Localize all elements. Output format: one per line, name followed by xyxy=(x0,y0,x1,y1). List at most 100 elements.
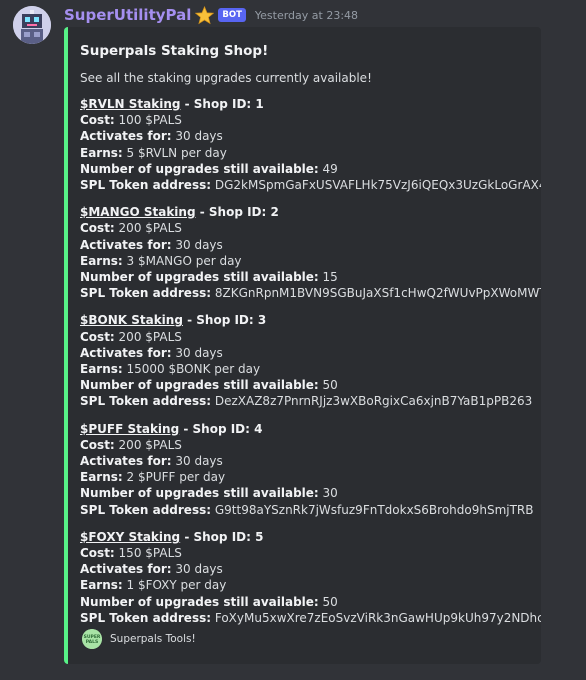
activates-value: 30 days xyxy=(171,454,223,469)
upgrades-value: 50 xyxy=(318,594,338,609)
shop-item-heading: $RVLN Staking - Shop ID: 1 xyxy=(80,96,529,112)
shop-item-heading: $MANGO Staking - Shop ID: 2 xyxy=(80,204,529,220)
upgrades-available-row: Number of upgrades still available: 50 xyxy=(80,377,529,393)
cost-value: 100 $PALS xyxy=(114,113,182,128)
shop-item-heading: $BONK Staking - Shop ID: 3 xyxy=(80,312,529,328)
cost-row: Cost: 200 $PALS xyxy=(80,220,529,236)
activates-label: Activates for: xyxy=(80,129,172,144)
activates-label: Activates for: xyxy=(80,237,172,252)
activates-value: 30 days xyxy=(171,345,223,360)
shop-item: $FOXY Staking - Shop ID: 5 Cost: 150 $PAL… xyxy=(80,529,541,626)
shop-item-id: - Shop ID: 5 xyxy=(180,529,264,544)
earns-row: Earns: 2 $PUFF per day xyxy=(80,469,529,485)
upgrades-label: Number of upgrades still available: xyxy=(80,594,319,609)
upgrades-available-row: Number of upgrades still available: 15 xyxy=(80,269,529,285)
superpals-logo-icon: SUPER PALS xyxy=(82,629,102,649)
address-label: SPL Token address: xyxy=(80,178,212,193)
address-label: SPL Token address: xyxy=(80,502,212,517)
address-value: DG2kMSpmGaFxUSVAFLHk75VzJ6iQEQx3UzGkLoGr… xyxy=(211,178,541,193)
cost-value: 150 $PALS xyxy=(114,546,182,561)
upgrades-available-row: Number of upgrades still available: 49 xyxy=(80,161,529,177)
shop-item-link[interactable]: $MANGO Staking xyxy=(80,205,196,219)
earns-value: 2 $PUFF per day xyxy=(122,470,226,485)
token-address-row: SPL Token address: FoXyMu5xwXre7zEoSvzVi… xyxy=(80,610,541,626)
upgrades-available-row: Number of upgrades still available: 50 xyxy=(80,594,529,610)
shop-item-id: - Shop ID: 4 xyxy=(179,421,263,436)
earns-label: Earns: xyxy=(80,253,123,268)
star-icon xyxy=(195,5,215,24)
shop-item-id: - Shop ID: 1 xyxy=(180,97,264,111)
earns-value: 5 $RVLN per day xyxy=(122,145,227,160)
shop-item-link[interactable]: $PUFF Staking xyxy=(80,422,179,436)
address-label: SPL Token address: xyxy=(80,610,212,625)
cost-row: Cost: 150 $PALS xyxy=(80,545,529,561)
bot-badge: BOT xyxy=(218,8,246,22)
shop-item-link[interactable]: $BONK Staking xyxy=(80,313,183,327)
embed-footer-text: Superpals Tools! xyxy=(110,633,196,645)
activates-label: Activates for: xyxy=(80,345,172,360)
svg-text:PALS: PALS xyxy=(86,639,98,645)
activates-value: 30 days xyxy=(171,129,223,144)
earns-value: 15000 $BONK per day xyxy=(122,362,261,377)
address-value: 8ZKGnRpnM1BVN9SGBuJaXSf1cHwQ2fWUvPpXWoMW… xyxy=(211,286,541,301)
activates-value: 30 days xyxy=(171,237,223,252)
activates-row: Activates for: 30 days xyxy=(80,237,529,253)
cost-label: Cost: xyxy=(80,113,115,128)
upgrades-value: 49 xyxy=(318,161,338,176)
upgrades-label: Number of upgrades still available: xyxy=(80,378,319,393)
activates-row: Activates for: 30 days xyxy=(80,561,529,577)
upgrades-label: Number of upgrades still available: xyxy=(80,161,319,176)
activates-label: Activates for: xyxy=(80,562,172,577)
shop-item-link[interactable]: $RVLN Staking xyxy=(80,97,180,111)
shop-item-list: $RVLN Staking - Shop ID: 1 Cost: 100 $PAL… xyxy=(80,96,541,626)
activates-row: Activates for: 30 days xyxy=(80,345,529,361)
cost-row: Cost: 200 $PALS xyxy=(80,329,529,345)
cost-label: Cost: xyxy=(80,546,115,561)
token-address-row: SPL Token address: DezXAZ8z7PnrnRJjz3wXB… xyxy=(80,393,533,409)
avatar[interactable] xyxy=(13,6,51,44)
shop-item-heading: $FOXY Staking - Shop ID: 5 xyxy=(80,529,529,545)
activates-value: 30 days xyxy=(171,562,223,577)
shop-item: $PUFF Staking - Shop ID: 4 Cost: 200 $PAL… xyxy=(80,421,534,518)
earns-label: Earns: xyxy=(80,362,123,377)
upgrades-value: 50 xyxy=(318,378,338,393)
activates-row: Activates for: 30 days xyxy=(80,453,529,469)
cost-label: Cost: xyxy=(80,329,115,344)
username[interactable]: SuperUtilityPal xyxy=(64,6,191,24)
upgrades-value: 30 xyxy=(318,486,338,501)
cost-value: 200 $PALS xyxy=(114,437,182,452)
address-label: SPL Token address: xyxy=(80,286,212,301)
message-timestamp[interactable]: Yesterday at 23:48 xyxy=(255,9,358,22)
earns-row: Earns: 5 $RVLN per day xyxy=(80,145,529,161)
address-value: G9tt98aYSznRk7jWsfuz9FnTdokxS6Brohdo9hSm… xyxy=(211,502,534,517)
activates-row: Activates for: 30 days xyxy=(80,128,529,144)
address-value: DezXAZ8z7PnrnRJjz3wXBoRgixCa6xjnB7YaB1pP… xyxy=(211,394,533,409)
token-address-row: SPL Token address: G9tt98aYSznRk7jWsfuz9… xyxy=(80,502,534,518)
cost-row: Cost: 200 $PALS xyxy=(80,437,529,453)
cost-value: 200 $PALS xyxy=(114,221,182,236)
embed-title: Superpals Staking Shop! xyxy=(80,43,269,59)
earns-value: 1 $FOXY per day xyxy=(122,578,227,593)
embed-description: See all the staking upgrades currently a… xyxy=(80,71,372,85)
earns-row: Earns: 3 $MANGO per day xyxy=(80,253,529,269)
token-address-row: SPL Token address: 8ZKGnRpnM1BVN9SGBuJaX… xyxy=(80,285,541,301)
shop-item-link[interactable]: $FOXY Staking xyxy=(80,530,180,544)
cost-value: 200 $PALS xyxy=(114,329,182,344)
embed-footer: SUPER PALS Superpals Tools! xyxy=(82,629,196,649)
shop-item-heading: $PUFF Staking - Shop ID: 4 xyxy=(80,421,529,437)
token-address-row: SPL Token address: DG2kMSpmGaFxUSVAFLHk7… xyxy=(80,177,541,193)
upgrades-value: 15 xyxy=(318,270,338,285)
upgrades-label: Number of upgrades still available: xyxy=(80,270,319,285)
shop-item: $BONK Staking - Shop ID: 3 Cost: 200 $PAL… xyxy=(80,312,533,409)
embed-card: Superpals Staking Shop! See all the stak… xyxy=(64,27,541,664)
earns-label: Earns: xyxy=(80,470,123,485)
cost-row: Cost: 100 $PALS xyxy=(80,112,529,128)
earns-label: Earns: xyxy=(80,145,123,160)
shop-item: $RVLN Staking - Shop ID: 1 Cost: 100 $PAL… xyxy=(80,96,541,193)
cost-label: Cost: xyxy=(80,221,115,236)
activates-label: Activates for: xyxy=(80,454,172,469)
earns-label: Earns: xyxy=(80,578,123,593)
upgrades-label: Number of upgrades still available: xyxy=(80,486,319,501)
shop-item: $MANGO Staking - Shop ID: 2 Cost: 200 $PA… xyxy=(80,204,541,301)
earns-row: Earns: 15000 $BONK per day xyxy=(80,361,529,377)
